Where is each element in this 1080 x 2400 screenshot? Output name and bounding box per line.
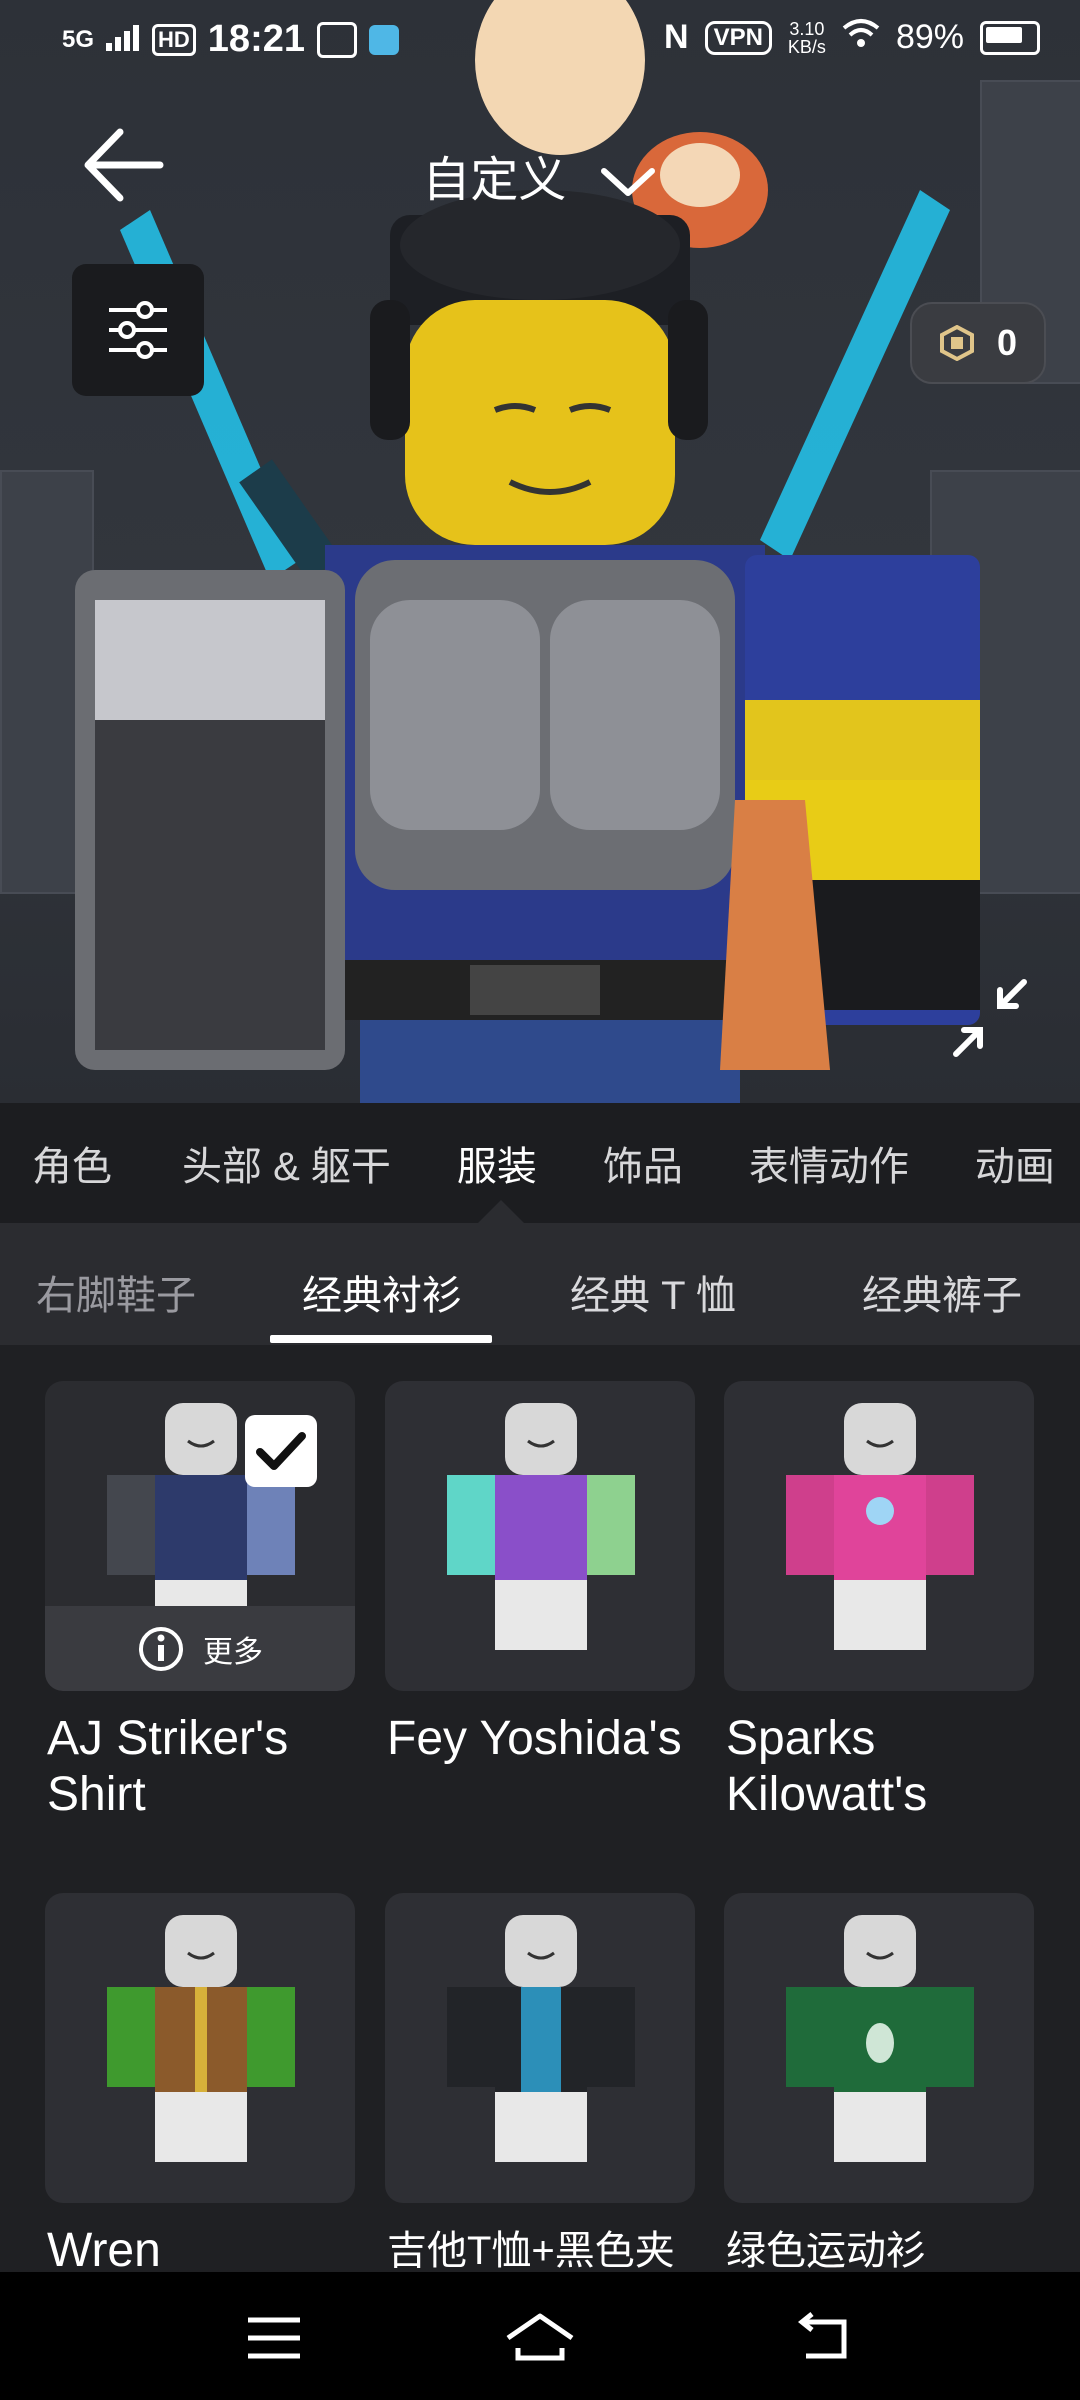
item-thumbnail[interactable] (385, 1893, 695, 2203)
collapse-preview-button[interactable] (950, 978, 1030, 1058)
status-bar: 5G HD 18:21 N VPN 3.10 KB/s 89% (0, 0, 1080, 84)
active-subtab-indicator (270, 1335, 492, 1343)
battery-icon (980, 20, 1040, 55)
subtab-classic-shirts[interactable]: 经典衬衫 (302, 1263, 462, 1321)
home-icon (506, 2313, 574, 2361)
subcategory-tabs: 右脚鞋子 经典衬衫 经典 T 恤 经典裤子 (0, 1223, 1080, 1345)
back-nav-icon (797, 2312, 847, 2359)
avatar-thumbnail (447, 1915, 635, 2162)
menu-icon (248, 2317, 300, 2359)
subtab-classic-tshirts[interactable]: 经典 T 恤 (570, 1263, 736, 1321)
nfc-icon: N (664, 18, 689, 56)
item-grid: 更多 AJ Striker's Shirt Fey Yoshida's Spar… (0, 1345, 1080, 2270)
more-info-label: 更多 (203, 1635, 263, 1669)
item-name: AJ Striker's Shirt (47, 1712, 289, 1821)
avatar-thumbnail (107, 1915, 295, 2162)
tab-emotes[interactable]: 表情动作 (749, 1134, 909, 1192)
item-name: Wren (47, 2224, 161, 2270)
speed-value: 3.10 (789, 18, 825, 39)
robux-icon (939, 325, 974, 361)
avatar-thumbnail (786, 1403, 974, 1650)
sliders-icon (109, 301, 167, 359)
item-thumbnail[interactable]: 更多 (45, 1381, 355, 1691)
item-name: Fey Yoshida's (387, 1712, 682, 1765)
speed-unit: KB/s (787, 36, 826, 57)
chevron-down-icon (598, 156, 658, 211)
tab-clothing[interactable]: 服装 (457, 1134, 537, 1192)
avatar-thumbnail (447, 1403, 635, 1650)
vpn-badge: VPN (704, 20, 772, 55)
app-notification-icon (369, 24, 399, 55)
title-dropdown[interactable]: 自定义 (0, 140, 1080, 211)
avatar-thumbnail (786, 1915, 974, 2162)
subtab-classic-pants[interactable]: 经典裤子 (862, 1263, 1022, 1321)
message-icon (317, 21, 357, 58)
item-thumbnail[interactable] (724, 1381, 1034, 1691)
menu-button[interactable] (242, 2310, 306, 2366)
robux-balance[interactable]: 0 (910, 302, 1046, 384)
item-thumbnail[interactable] (385, 1381, 695, 1691)
tab-accessories[interactable]: 饰品 (603, 1134, 683, 1192)
network-speed: 3.10 KB/s (788, 20, 826, 56)
back-nav-button[interactable] (792, 2310, 856, 2366)
info-icon (139, 1626, 183, 1671)
category-tabs: 角色 头部 & 躯干 服装 饰品 表情动作 动画 (0, 1103, 1080, 1223)
avatar-preview[interactable]: 5G HD 18:21 N VPN 3.10 KB/s 89% 自定义 0 (0, 0, 1080, 1103)
status-time: 18:21 (207, 18, 305, 60)
active-tab-pointer (477, 1200, 525, 1224)
item-name: Sparks Kilowatt's (726, 1712, 928, 1821)
network-icon: 5G (62, 25, 95, 53)
subtab-right-shoe[interactable]: 右脚鞋子 (36, 1263, 196, 1321)
item-thumbnail[interactable] (45, 1893, 355, 2203)
home-button[interactable] (504, 2310, 576, 2366)
more-info-button[interactable]: 更多 (45, 1606, 355, 1691)
collapse-arrows-icon (953, 979, 1027, 1057)
tab-animations[interactable]: 动画 (975, 1134, 1055, 1192)
wifi-icon (842, 18, 880, 57)
system-nav-bar (0, 2272, 1080, 2400)
robux-amount: 0 (996, 322, 1018, 363)
tab-character[interactable]: 角色 (32, 1134, 112, 1192)
status-bar-left: 5G HD 18:21 (62, 18, 399, 61)
item-name: 绿色运动衫 (726, 2229, 926, 2270)
tab-head-body[interactable]: 头部 & 躯干 (182, 1134, 391, 1192)
checkmark-icon (256, 1432, 306, 1470)
signal-icon (106, 18, 140, 61)
item-name: 吉他T恤+黑色夹 (387, 2229, 675, 2270)
selected-checkbox[interactable] (245, 1415, 317, 1487)
page-title: 自定义 (422, 154, 567, 207)
item-thumbnail[interactable] (724, 1893, 1034, 2203)
battery-percent: 89% (895, 18, 964, 56)
hd-icon: HD (152, 23, 196, 56)
status-bar-right: N VPN 3.10 KB/s 89% (664, 18, 1040, 57)
filter-button[interactable] (72, 264, 204, 396)
